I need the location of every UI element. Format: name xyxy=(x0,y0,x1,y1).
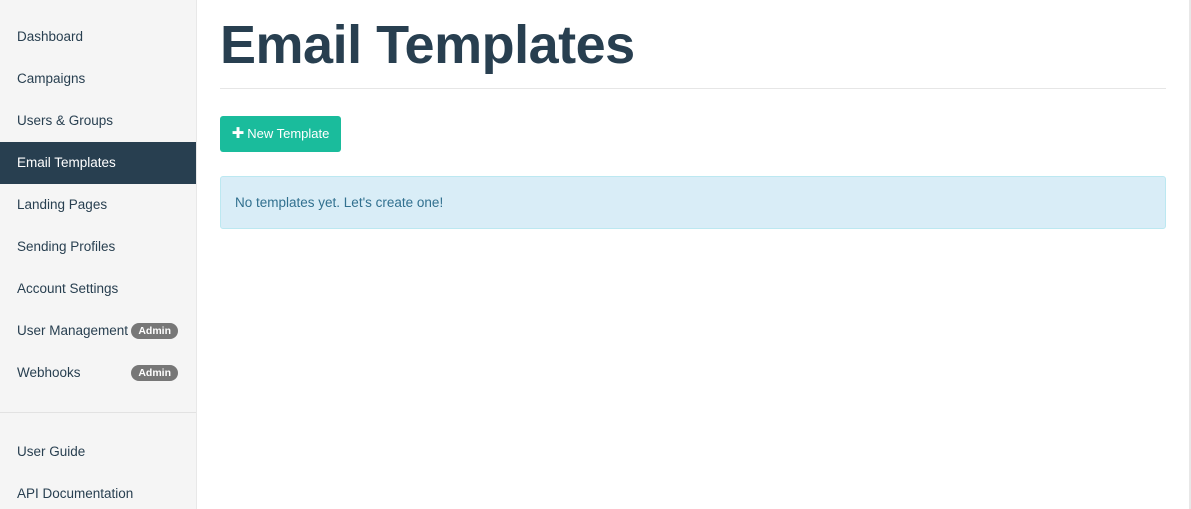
sidebar-item-user-management[interactable]: User Management Admin xyxy=(0,310,196,352)
sidebar-item-label: Campaigns xyxy=(17,71,86,86)
sidebar-item-users-groups[interactable]: Users & Groups xyxy=(0,100,196,142)
sidebar-item-label: Email Templates xyxy=(17,155,116,170)
sidebar-item-label: Landing Pages xyxy=(17,197,108,212)
sidebar-item-label: Account Settings xyxy=(17,281,119,296)
title-divider xyxy=(220,88,1166,89)
sidebar-item-label: Users & Groups xyxy=(17,113,114,128)
sidebar-item-email-templates[interactable]: Email Templates xyxy=(0,142,196,184)
sidebar-item-label: Sending Profiles xyxy=(17,239,116,254)
new-template-button-label: New Template xyxy=(247,126,330,141)
sidebar-item-label: API Documentation xyxy=(17,486,134,501)
sidebar-bottom-nav: User Guide API Documentation xyxy=(0,431,196,509)
sidebar-item-user-guide[interactable]: User Guide xyxy=(0,431,196,473)
plus-icon: ✚ xyxy=(231,125,245,142)
sidebar-nav: Dashboard Campaigns Users & Groups Email… xyxy=(0,16,196,394)
new-template-button[interactable]: ✚ New Template xyxy=(220,116,341,152)
app-frame: Dashboard Campaigns Users & Groups Email… xyxy=(0,0,1191,509)
empty-state-message: No templates yet. Let's create one! xyxy=(235,195,444,210)
sidebar-item-dashboard[interactable]: Dashboard xyxy=(0,16,196,58)
empty-state-alert: No templates yet. Let's create one! xyxy=(220,176,1166,229)
sidebar-item-label: User Guide xyxy=(17,444,86,459)
sidebar-item-label: User Management xyxy=(17,323,129,338)
sidebar-item-label: Webhooks xyxy=(17,365,81,380)
admin-badge: Admin xyxy=(131,365,178,381)
sidebar-item-landing-pages[interactable]: Landing Pages xyxy=(0,184,196,226)
page-title: Email Templates xyxy=(220,15,635,75)
sidebar-item-label: Dashboard xyxy=(17,29,84,44)
admin-badge: Admin xyxy=(131,323,178,339)
sidebar-item-api-documentation[interactable]: API Documentation xyxy=(0,473,196,509)
sidebar-item-account-settings[interactable]: Account Settings xyxy=(0,268,196,310)
sidebar-divider xyxy=(0,412,196,413)
sidebar-item-campaigns[interactable]: Campaigns xyxy=(0,58,196,100)
sidebar-item-sending-profiles[interactable]: Sending Profiles xyxy=(0,226,196,268)
sidebar: Dashboard Campaigns Users & Groups Email… xyxy=(0,0,197,509)
sidebar-item-webhooks[interactable]: Webhooks Admin xyxy=(0,352,196,394)
